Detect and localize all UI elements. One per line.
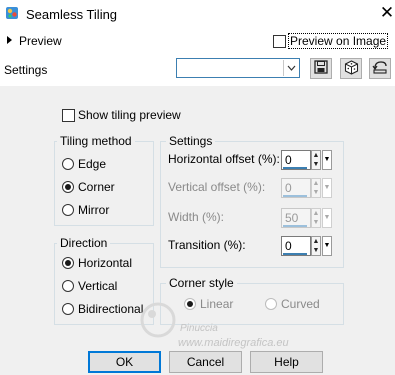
- radio-edge-label[interactable]: Edge: [78, 157, 106, 171]
- radio-mirror-label[interactable]: Mirror: [78, 203, 109, 217]
- direction-title: Direction: [57, 236, 111, 250]
- vertical-offset-dropdown[interactable]: ▼: [322, 178, 332, 198]
- reset-icon: [372, 60, 388, 77]
- radio-bidirectional[interactable]: [62, 303, 74, 315]
- watermark-line2: www.maidiregrafica.eu: [178, 337, 289, 349]
- preset-combobox[interactable]: [176, 58, 300, 78]
- radio-curved[interactable]: [265, 298, 277, 310]
- watermark-logo: [138, 300, 178, 343]
- help-button[interactable]: Help: [250, 351, 323, 373]
- dice-icon: [344, 59, 359, 78]
- horizontal-offset-label: Horizontal offset (%):: [168, 152, 280, 166]
- save-icon: [314, 60, 328, 77]
- width-bar: [283, 225, 307, 227]
- radio-curved-label[interactable]: Curved: [281, 297, 320, 311]
- radio-vertical[interactable]: [62, 280, 74, 292]
- preview-on-image-checkbox[interactable]: [273, 35, 286, 48]
- transition-spinner[interactable]: ▲ ▼: [311, 236, 321, 256]
- save-preset-button[interactable]: [310, 58, 332, 79]
- show-tiling-preview-checkbox[interactable]: [62, 109, 75, 122]
- chevron-down-icon[interactable]: [283, 60, 298, 76]
- radio-linear-label[interactable]: Linear: [200, 297, 233, 311]
- corner-style-title: Corner style: [166, 276, 237, 290]
- vertical-offset-spinner[interactable]: ▲ ▼: [311, 178, 321, 198]
- presets-label: Settings: [4, 63, 48, 77]
- radio-bidirectional-label[interactable]: Bidirectional: [78, 302, 143, 316]
- radio-horizontal-label[interactable]: Horizontal: [78, 256, 132, 270]
- horizontal-offset-dropdown[interactable]: ▼: [322, 150, 332, 170]
- radio-edge[interactable]: [62, 158, 74, 170]
- preview-on-image-label[interactable]: Preview on Image: [287, 33, 389, 49]
- radio-linear[interactable]: [184, 298, 196, 310]
- radio-vertical-label[interactable]: Vertical: [78, 279, 117, 293]
- transition-dropdown[interactable]: ▼: [322, 236, 332, 256]
- radio-corner[interactable]: [62, 181, 74, 193]
- expand-preview-icon[interactable]: [7, 36, 12, 44]
- cancel-button[interactable]: Cancel: [169, 351, 242, 373]
- ok-button[interactable]: OK: [88, 351, 161, 373]
- close-icon[interactable]: ✕: [378, 3, 395, 23]
- settings-group-title: Settings: [166, 134, 216, 148]
- radio-horizontal[interactable]: [62, 257, 74, 269]
- watermark-line1: Pinuccia: [180, 323, 218, 334]
- width-dropdown[interactable]: ▼: [322, 208, 332, 228]
- transition-label: Transition (%):: [168, 238, 246, 252]
- preview-toggle-label[interactable]: Preview: [19, 34, 62, 48]
- show-tiling-preview-label[interactable]: Show tiling preview: [78, 108, 181, 122]
- radio-corner-label[interactable]: Corner: [78, 180, 115, 194]
- reset-button[interactable]: [369, 58, 391, 79]
- radio-mirror[interactable]: [62, 204, 74, 216]
- transition-bar: [283, 253, 307, 255]
- window-title: Seamless Tiling: [26, 7, 118, 22]
- vertical-offset-label: Vertical offset (%):: [168, 180, 266, 194]
- psp-app-icon: [5, 6, 19, 20]
- randomize-button[interactable]: [340, 58, 362, 79]
- horizontal-offset-bar: [283, 167, 307, 169]
- horizontal-offset-spinner[interactable]: ▲ ▼: [311, 150, 321, 170]
- width-spinner[interactable]: ▲ ▼: [311, 208, 321, 228]
- vertical-offset-bar: [283, 195, 307, 197]
- width-label: Width (%):: [168, 210, 225, 224]
- tiling-method-title: Tiling method: [57, 134, 135, 148]
